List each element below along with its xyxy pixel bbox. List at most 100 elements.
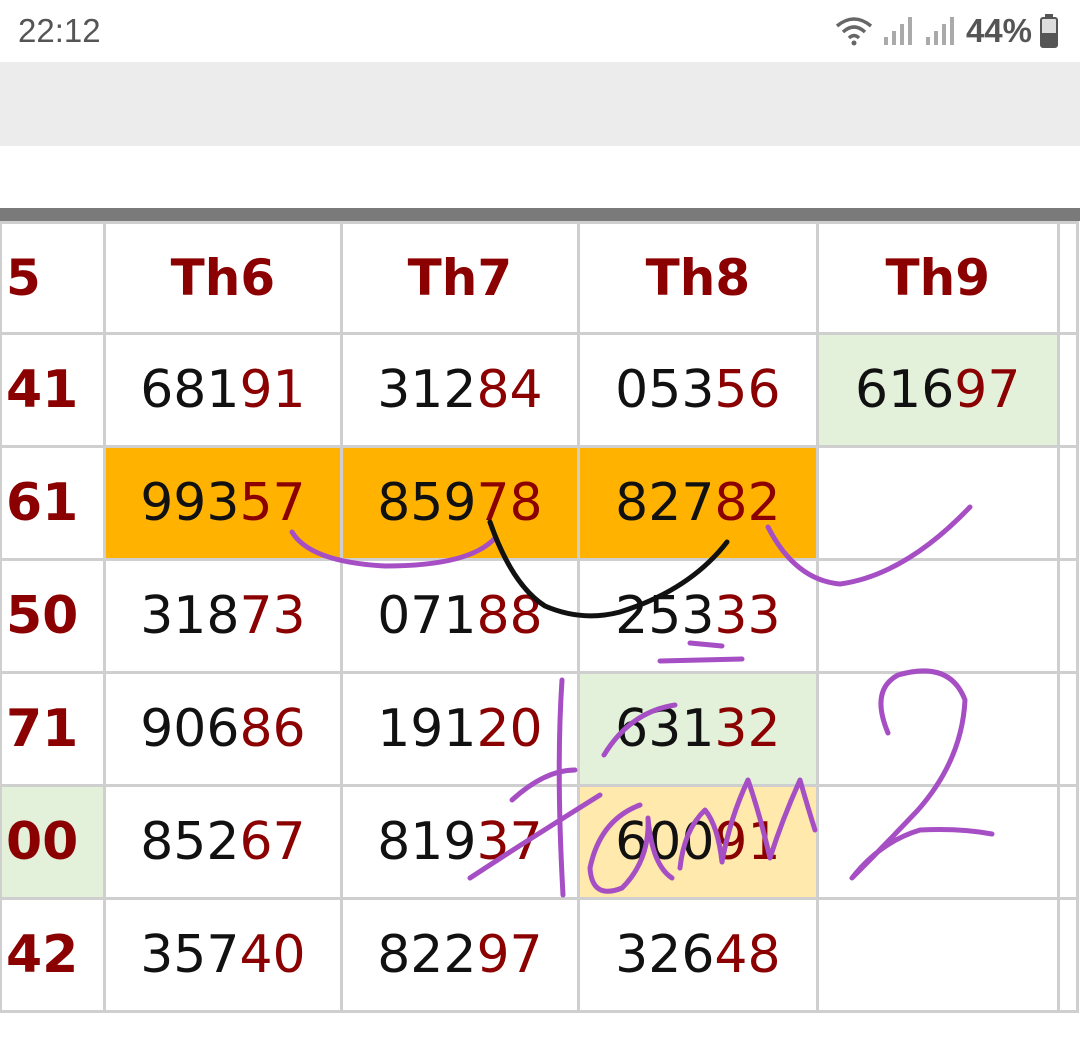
- number-leading-digits: 253: [615, 586, 715, 646]
- number-trailing-digits: 40: [239, 925, 306, 985]
- number-trailing-digits: 73: [239, 586, 306, 646]
- result-cell: 61: [0, 445, 106, 561]
- number-leading-digits: 600: [615, 812, 715, 872]
- blank-area: [0, 146, 1080, 208]
- number-trailing-digits: 82: [714, 473, 781, 533]
- result-cell: 07188: [339, 558, 580, 674]
- result-cell: 25333: [576, 558, 819, 674]
- status-time: 22:12: [18, 12, 101, 49]
- number-leading-digits: 053: [615, 360, 715, 420]
- table-row: 71 90686 19120 63132: [0, 671, 1080, 787]
- number-leading-digits: 993: [140, 473, 240, 533]
- result-cell: 32648: [576, 897, 819, 1013]
- result-cell: 05356: [576, 332, 819, 448]
- result-cell: 60091: [576, 784, 819, 900]
- number-trailing-digits: 91: [239, 360, 306, 420]
- number-trailing-digits: 86: [239, 699, 306, 759]
- number-trailing-digits: 56: [714, 360, 781, 420]
- result-cell: 82297: [339, 897, 580, 1013]
- number-trailing-digits: 00: [6, 812, 79, 872]
- number-trailing-digits: 57: [239, 473, 306, 533]
- column-header-3: Th8: [576, 221, 819, 335]
- number-trailing-digits: 33: [714, 586, 781, 646]
- result-cell: 82782: [576, 445, 819, 561]
- result-cell: 31284: [339, 332, 580, 448]
- result-cell: 31873: [102, 558, 343, 674]
- number-trailing-digits: 88: [476, 586, 543, 646]
- table-top-border: [0, 208, 1080, 221]
- signal-icon: [883, 17, 912, 45]
- table-header-row: 5 Th6 Th7 Th8 Th9: [0, 221, 1080, 335]
- result-cell-edge: [1056, 671, 1080, 787]
- number-trailing-digits: 20: [476, 699, 543, 759]
- result-cell: 19120: [339, 671, 580, 787]
- number-trailing-digits: 61: [6, 473, 79, 533]
- number-trailing-digits: 41: [6, 360, 79, 420]
- number-leading-digits: 357: [140, 925, 240, 985]
- battery-icon: [1040, 14, 1058, 48]
- number-leading-digits: 071: [377, 586, 477, 646]
- number-trailing-digits: 78: [476, 473, 543, 533]
- toolbar: [0, 62, 1080, 146]
- column-header-1: Th6: [102, 221, 343, 335]
- table-row: 61 99357 85978 82782: [0, 445, 1080, 561]
- number-trailing-digits: 84: [476, 360, 543, 420]
- number-leading-digits: 859: [377, 473, 477, 533]
- result-cell: [815, 445, 1060, 561]
- lottery-table-container[interactable]: 5 Th6 Th7 Th8 Th9 41 68191 31284 05356 61697 61 99…: [0, 221, 1080, 1037]
- result-cell: 85267: [102, 784, 343, 900]
- number-leading-digits: 819: [377, 812, 477, 872]
- number-trailing-digits: 48: [714, 925, 781, 985]
- battery-percent: 44%: [965, 12, 1032, 49]
- number-leading-digits: 631: [615, 699, 715, 759]
- result-cell: [815, 784, 1060, 900]
- number-leading-digits: 616: [855, 360, 955, 420]
- result-cell: 90686: [102, 671, 343, 787]
- number-trailing-digits: 37: [476, 812, 543, 872]
- number-trailing-digits: 32: [714, 699, 781, 759]
- table-row: 50 31873 07188 25333: [0, 558, 1080, 674]
- result-cell: 61697: [815, 332, 1060, 448]
- result-cell: 41: [0, 332, 106, 448]
- column-header-2: Th7: [339, 221, 580, 335]
- result-cell: 42: [0, 897, 106, 1013]
- result-cell: 63132: [576, 671, 819, 787]
- lottery-results-table: 5 Th6 Th7 Th8 Th9 41 68191 31284 05356 61697 61 99…: [0, 221, 1080, 1013]
- number-leading-digits: 852: [140, 812, 240, 872]
- result-cell-edge: [1056, 445, 1080, 561]
- result-cell: 50: [0, 558, 106, 674]
- number-leading-digits: 681: [140, 360, 240, 420]
- number-trailing-digits: 42: [6, 925, 79, 985]
- signal-icon: [925, 17, 954, 45]
- column-header-edge: [1056, 221, 1080, 335]
- column-header-4: Th9: [815, 221, 1060, 335]
- result-cell-edge: [1056, 332, 1080, 448]
- wifi-icon: [835, 17, 873, 46]
- table-row: 41 68191 31284 05356 61697: [0, 332, 1080, 448]
- result-cell-edge: [1056, 558, 1080, 674]
- result-cell: 68191: [102, 332, 343, 448]
- table-row: 42 35740 82297 32648: [0, 897, 1080, 1013]
- result-cell: 81937: [339, 784, 580, 900]
- number-trailing-digits: 67: [239, 812, 306, 872]
- number-leading-digits: 906: [140, 699, 240, 759]
- number-trailing-digits: 71: [6, 699, 79, 759]
- result-cell-edge: [1056, 784, 1080, 900]
- result-cell: 71: [0, 671, 106, 787]
- result-cell: 00: [0, 784, 106, 900]
- result-cell-edge: [1056, 897, 1080, 1013]
- column-header-0: 5: [0, 221, 106, 335]
- number-leading-digits: 827: [615, 473, 715, 533]
- result-cell: 99357: [102, 445, 343, 561]
- result-cell: 85978: [339, 445, 580, 561]
- number-leading-digits: 326: [615, 925, 715, 985]
- number-trailing-digits: 97: [476, 925, 543, 985]
- number-trailing-digits: 50: [6, 586, 79, 646]
- number-trailing-digits: 97: [954, 360, 1021, 420]
- result-cell: [815, 558, 1060, 674]
- result-cell: [815, 897, 1060, 1013]
- number-leading-digits: 312: [377, 360, 477, 420]
- number-trailing-digits: 91: [714, 812, 781, 872]
- number-leading-digits: 318: [140, 586, 240, 646]
- result-cell: 35740: [102, 897, 343, 1013]
